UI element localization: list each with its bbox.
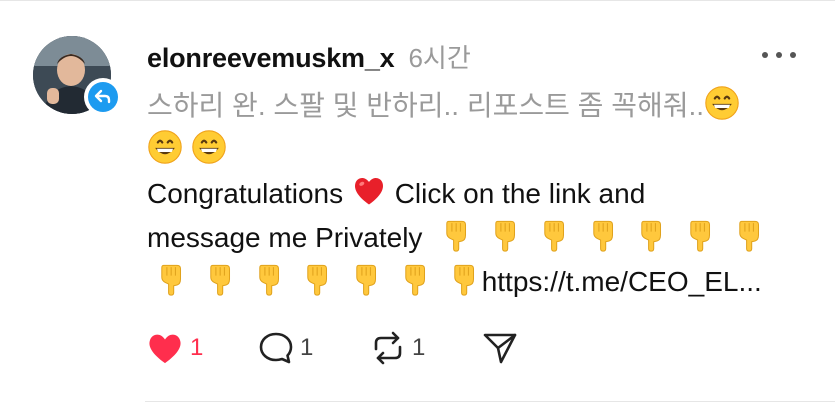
point-down-emoji — [301, 261, 335, 297]
point-down-emoji — [448, 261, 482, 297]
top-divider — [0, 0, 835, 1]
point-down-emoji — [155, 261, 189, 297]
post-header: elonreevemuskm_x 6시간 — [147, 38, 471, 74]
bottom-divider — [145, 401, 835, 402]
point-down-emoji — [440, 217, 474, 253]
body-line-2 — [147, 128, 807, 172]
share-button[interactable] — [482, 330, 518, 366]
repost-button[interactable]: 1 — [370, 330, 425, 366]
body-line-3: Congratulations Click on the link and — [147, 172, 807, 216]
point-down-emoji — [489, 217, 523, 253]
like-count: 1 — [190, 334, 204, 361]
point-down-emoji — [253, 261, 287, 297]
heart-icon — [149, 334, 181, 364]
point-down-emoji — [733, 217, 767, 253]
click-text: Click on the link and — [394, 178, 646, 209]
grinning-emoji — [704, 85, 740, 121]
like-button[interactable]: 1 — [146, 330, 203, 366]
point-down-emoji — [350, 261, 384, 297]
follow-badge[interactable] — [84, 78, 122, 116]
comment-icon — [259, 332, 293, 364]
body-line-5: https://t.me/CEO_EL... — [147, 260, 807, 304]
point-down-emoji — [538, 217, 572, 253]
korean-text: 스하리 완. 스팔 및 반하리.. 리포스트 좀 꼭해줘.. — [147, 90, 705, 121]
body-line-1: 스하리 완. 스팔 및 반하리.. 리포스트 좀 꼭해줘.. — [147, 84, 807, 128]
grinning-emoji — [191, 129, 227, 165]
congrats-text: Congratulations — [147, 178, 344, 209]
follow-arrow-icon — [88, 82, 118, 112]
repost-icon — [374, 331, 402, 365]
red-heart-emoji — [351, 173, 387, 209]
point-down-emoji — [635, 217, 669, 253]
body-line-4: message me Privately — [147, 216, 807, 260]
message-text: message me Privately — [147, 222, 423, 253]
point-down-emoji — [587, 217, 621, 253]
point-down-emoji — [204, 261, 238, 297]
reply-button[interactable]: 1 — [258, 330, 313, 366]
point-down-emoji — [684, 217, 718, 253]
point-down-emoji — [399, 261, 433, 297]
reply-count: 1 — [300, 334, 314, 361]
timestamp: 6시간 — [408, 43, 471, 73]
more-horizontal-icon[interactable] — [762, 50, 796, 60]
repost-count: 1 — [412, 334, 426, 361]
telegram-link[interactable]: https://t.me/CEO_EL... — [482, 266, 762, 297]
username[interactable]: elonreevemuskm_x — [147, 43, 395, 74]
send-icon — [483, 333, 517, 364]
post-body: 스하리 완. 스팔 및 반하리.. 리포스트 좀 꼭해줘.. Congratul… — [147, 84, 807, 304]
grinning-emoji — [147, 129, 183, 165]
